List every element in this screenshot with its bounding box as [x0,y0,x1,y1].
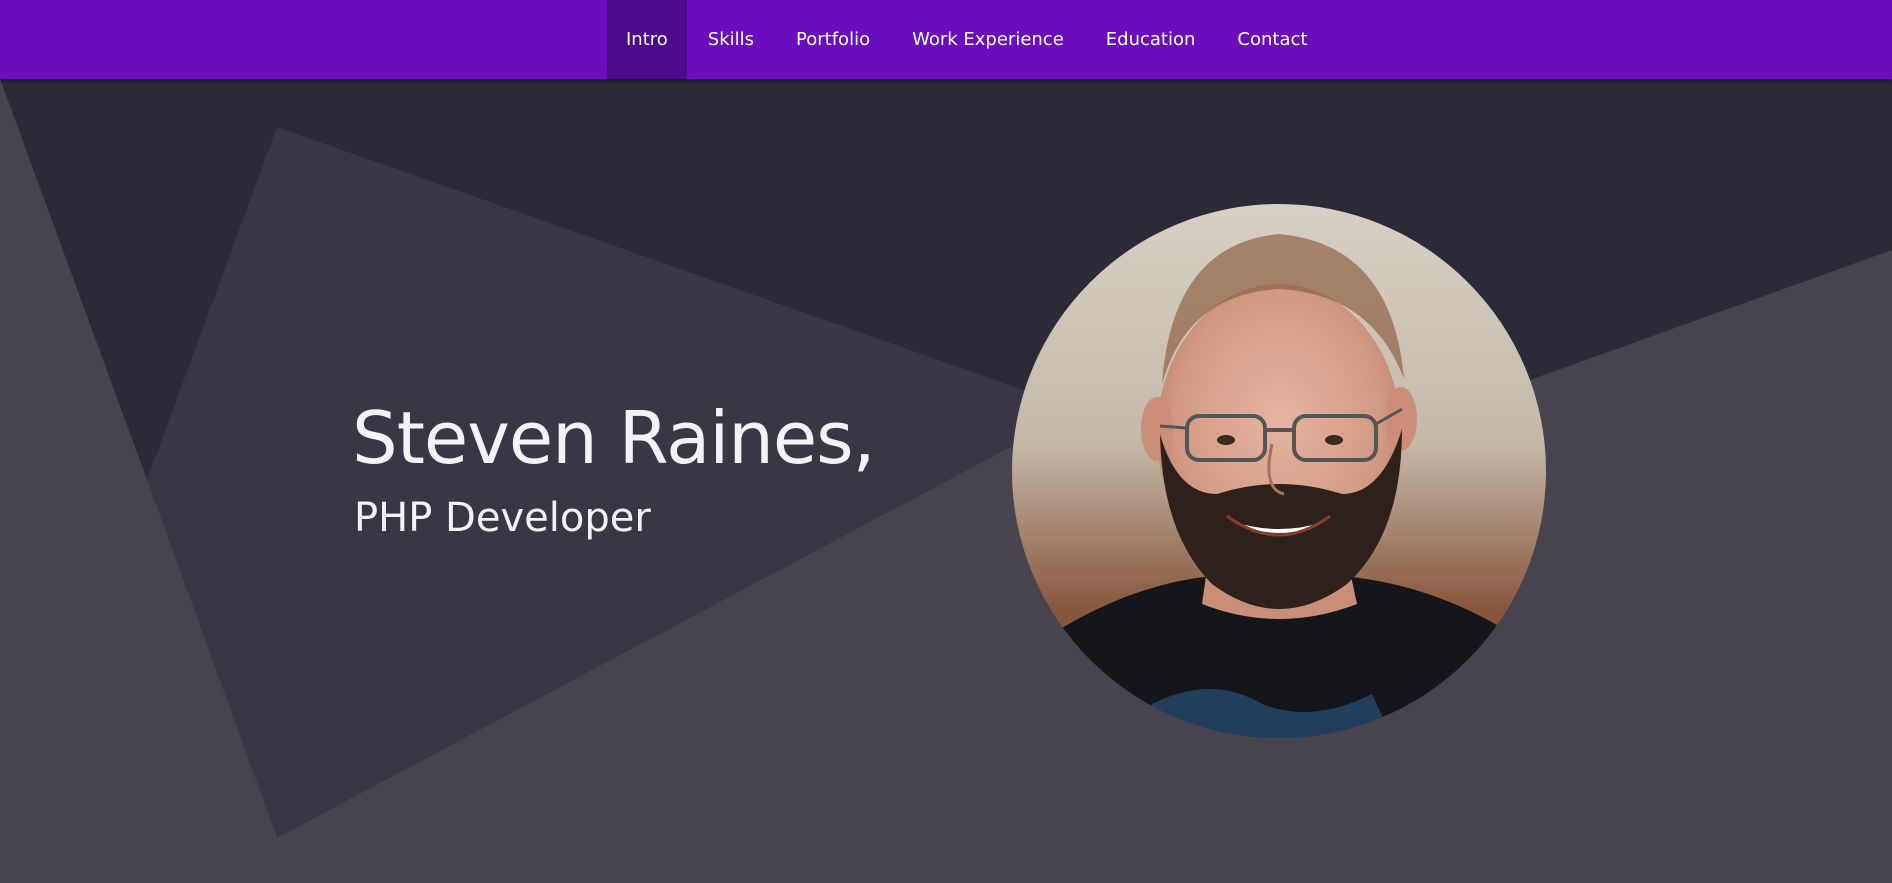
nav-item-work-experience[interactable]: Work Experience [891,0,1085,79]
nav-item-education[interactable]: Education [1085,0,1217,79]
nav-item-skills[interactable]: Skills [687,0,775,79]
profile-photo-icon [1012,204,1546,738]
intro-role: PHP Developer [354,495,651,541]
avatar [1012,204,1546,738]
intro-text: Steven Raines, PHP Developer [352,390,876,544]
nav-item-intro[interactable]: Intro [607,0,687,79]
hero-section: Steven Raines, PHP Developer [0,0,1892,883]
hero-background [0,0,1892,883]
nav-list: Intro Skills Portfolio Work Experience E… [607,0,1328,79]
intro-name: Steven Raines, [352,396,876,480]
nav-item-contact[interactable]: Contact [1216,0,1328,79]
nav-item-portfolio[interactable]: Portfolio [775,0,891,79]
top-navbar: Intro Skills Portfolio Work Experience E… [0,0,1892,79]
